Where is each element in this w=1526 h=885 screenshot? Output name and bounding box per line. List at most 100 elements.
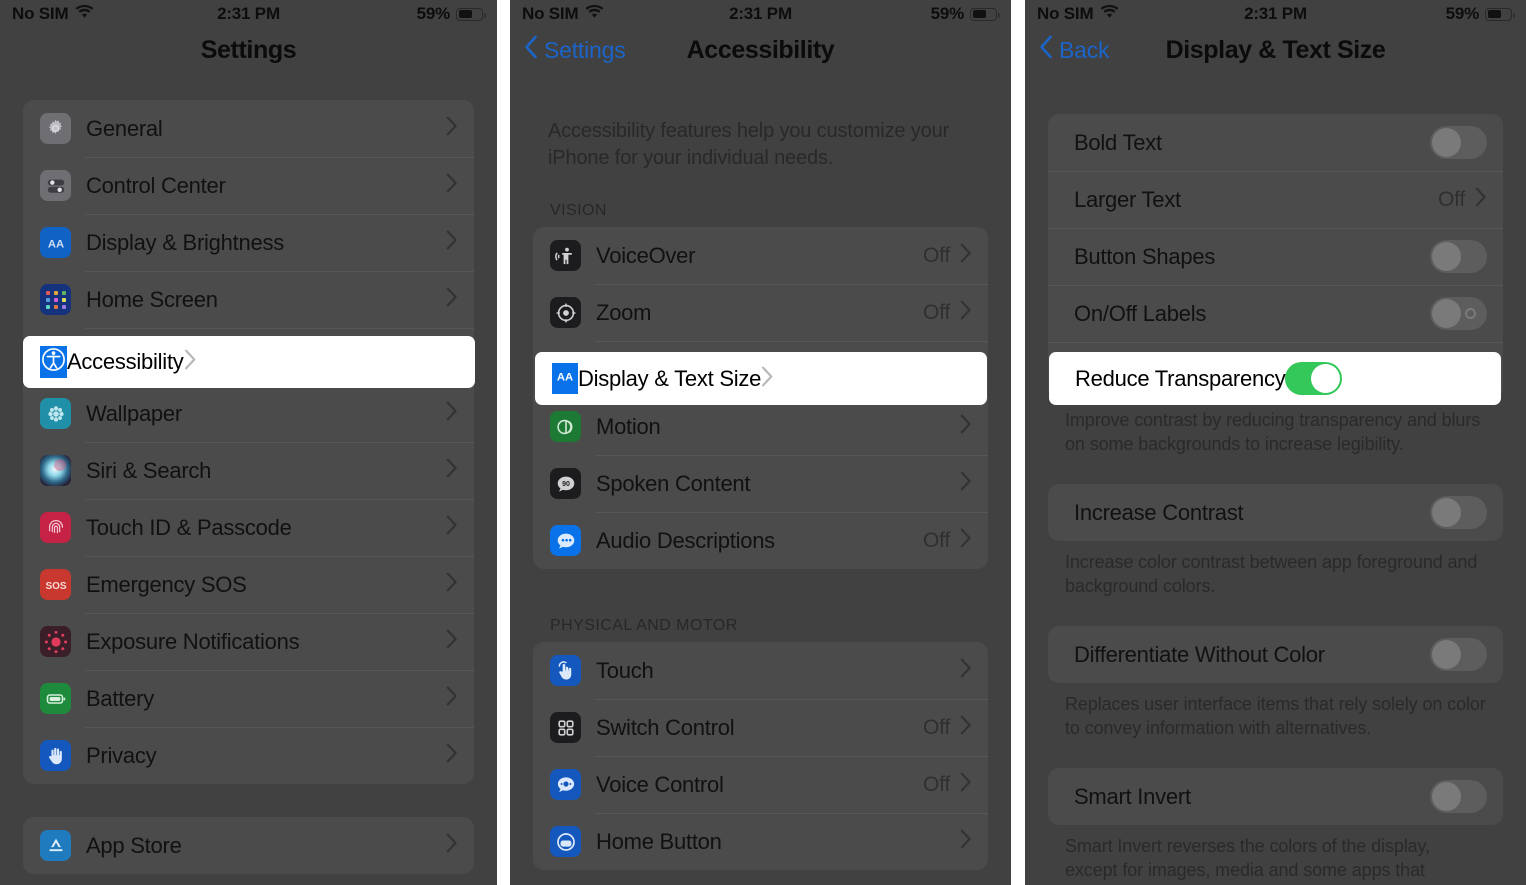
button-shapes-toggle[interactable]	[1430, 240, 1487, 273]
gear-icon	[40, 113, 71, 144]
accessibility-row-zoom[interactable]: Zoom Off	[533, 284, 988, 341]
settings-row-wallpaper[interactable]: Wallpaper	[23, 385, 474, 442]
chevron-right-icon	[446, 686, 458, 711]
wallpaper-icon	[40, 398, 71, 429]
control-center-icon	[40, 170, 71, 201]
accessibility-row-switch-control[interactable]: Switch Control Off	[533, 699, 988, 756]
settings-row-touch-id-passcode[interactable]: Touch ID & Passcode	[23, 499, 474, 556]
highlight-label: Display & Text Size	[578, 365, 762, 391]
smart-invert-group: Smart Invert	[1048, 768, 1503, 825]
footnote-smart-invert: Smart Invert reverses the colors of the …	[1065, 836, 1431, 880]
settings-row-app-store[interactable]: App Store	[23, 817, 474, 874]
battery-icon	[1485, 7, 1515, 21]
accessibility-row-touch[interactable]: Touch	[533, 642, 988, 699]
settings-row-exposure-notifications[interactable]: Exposure Notifications	[23, 613, 474, 670]
back-button-settings[interactable]: Settings	[524, 35, 626, 65]
accessibility-row-audio-descriptions[interactable]: Audio Descriptions Off	[533, 512, 988, 569]
row-differentiate-without-color[interactable]: Differentiate Without Color	[1048, 626, 1503, 683]
highlight-reduce-transparency-row[interactable]: Reduce Transparency	[1049, 352, 1501, 405]
back-button-label: Back	[1059, 36, 1110, 63]
row-label: Motion	[596, 413, 661, 439]
battery-percent-label: 59%	[930, 4, 965, 23]
status-left: No SIM	[522, 4, 604, 24]
row-label: Siri & Search	[86, 457, 212, 483]
row-smart-invert[interactable]: Smart Invert	[1048, 768, 1503, 825]
settings-row-display-brightness[interactable]: AA Display & Brightness	[23, 214, 474, 271]
bold-text-toggle[interactable]	[1430, 126, 1487, 159]
settings-row-home-screen[interactable]: Home Screen	[23, 271, 474, 328]
wifi-icon	[585, 4, 604, 24]
row-value: Off	[1437, 187, 1465, 211]
row-label: Differentiate Without Color	[1074, 641, 1325, 667]
siri-icon	[40, 455, 71, 486]
settings-row-control-center[interactable]: Control Center	[23, 157, 474, 214]
accessibility-row-motion[interactable]: Motion	[533, 398, 988, 455]
settings-row-general[interactable]: General	[23, 100, 474, 157]
panel-display-text-size: No SIM 2:31 PM 59% Back Display & Text S…	[1025, 0, 1526, 885]
row-label: Spoken Content	[596, 470, 751, 496]
chevron-right-icon	[761, 366, 774, 392]
touch-icon	[550, 655, 581, 686]
display-text-size-icon: AA	[552, 363, 578, 394]
three-panel-screenshot: No SIM 2:31 PM 59% Settings General Cont…	[0, 0, 1526, 885]
onoff-labels-toggle[interactable]	[1430, 297, 1487, 330]
row-label: Increase Contrast	[1074, 499, 1244, 525]
accessibility-row-voice-control[interactable]: Voice Control Off	[533, 756, 988, 813]
clock-label: 2:31 PM	[729, 4, 792, 23]
row-label: Larger Text	[1074, 186, 1181, 212]
smart-invert-toggle[interactable]	[1430, 780, 1487, 813]
chevron-right-icon	[960, 471, 972, 496]
footnote-differentiate-without-color: Replaces user interface items that rely …	[1065, 694, 1486, 738]
accessibility-row-spoken-content[interactable]: 90 Spoken Content	[533, 455, 988, 512]
highlight-display-text-size-row[interactable]: AA Display & Text Size	[535, 352, 987, 405]
privacy-hand-icon	[40, 740, 71, 771]
battery-percent-label: 59%	[416, 4, 451, 23]
footnote-increase-contrast: Increase color contrast between app fore…	[1065, 552, 1478, 596]
back-button[interactable]: Back	[1039, 35, 1110, 65]
panel-accessibility: No SIM 2:31 PM 59% Settings Accessibilit…	[510, 0, 1011, 885]
chevron-right-icon	[960, 414, 972, 439]
row-label: Control Center	[86, 172, 226, 198]
row-label: On/Off Labels	[1074, 300, 1207, 326]
reduce-transparency-toggle[interactable]	[1285, 362, 1343, 395]
row-label: Battery	[86, 685, 154, 711]
voice-control-icon	[550, 769, 581, 800]
row-larger-text[interactable]: Larger Text Off	[1048, 171, 1503, 228]
app-store-icon	[40, 830, 71, 861]
status-left: No SIM	[1037, 4, 1119, 24]
battery-icon	[456, 7, 486, 21]
settings-row-battery[interactable]: Battery	[23, 670, 474, 727]
row-onoff-labels[interactable]: On/Off Labels	[1048, 285, 1503, 342]
chevron-right-icon	[446, 515, 458, 540]
row-value: Off	[922, 528, 950, 552]
accessibility-row-voiceover[interactable]: VoiceOver Off	[533, 227, 988, 284]
row-bold-text[interactable]: Bold Text	[1048, 114, 1503, 171]
row-value: Off	[922, 243, 950, 267]
settings-row-privacy[interactable]: Privacy	[23, 727, 474, 784]
highlight-accessibility-row[interactable]: Accessibility	[23, 336, 475, 388]
svg-text:AA: AA	[557, 371, 573, 383]
chevron-right-icon	[960, 658, 972, 683]
row-increase-contrast[interactable]: Increase Contrast	[1048, 484, 1503, 541]
chevron-right-icon	[446, 230, 458, 255]
row-button-shapes[interactable]: Button Shapes	[1048, 228, 1503, 285]
emergency-sos-icon: SOS	[40, 569, 71, 600]
chevron-left-icon	[524, 35, 538, 65]
motion-icon	[550, 411, 581, 442]
status-right: 59%	[1446, 4, 1515, 24]
chevron-right-icon	[446, 833, 458, 858]
clock-label: 2:31 PM	[1244, 4, 1307, 23]
differentiate-without-color-toggle[interactable]	[1430, 638, 1487, 671]
settings-row-siri-search[interactable]: Siri & Search	[23, 442, 474, 499]
carrier-label: No SIM	[12, 4, 69, 23]
panel-separator-1	[497, 0, 510, 885]
row-label: Bold Text	[1074, 129, 1162, 155]
touch-id-icon	[40, 512, 71, 543]
settings-row-emergency-sos[interactable]: SOS Emergency SOS	[23, 556, 474, 613]
accessibility-row-home-button[interactable]: Home Button	[533, 813, 988, 870]
row-label: Touch	[596, 657, 654, 683]
physical-motor-group: Touch Switch Control Off Voice Control O…	[533, 642, 988, 870]
exposure-notifications-icon	[40, 626, 71, 657]
increase-contrast-toggle[interactable]	[1430, 496, 1487, 529]
off-circle-glyph	[1465, 308, 1476, 319]
